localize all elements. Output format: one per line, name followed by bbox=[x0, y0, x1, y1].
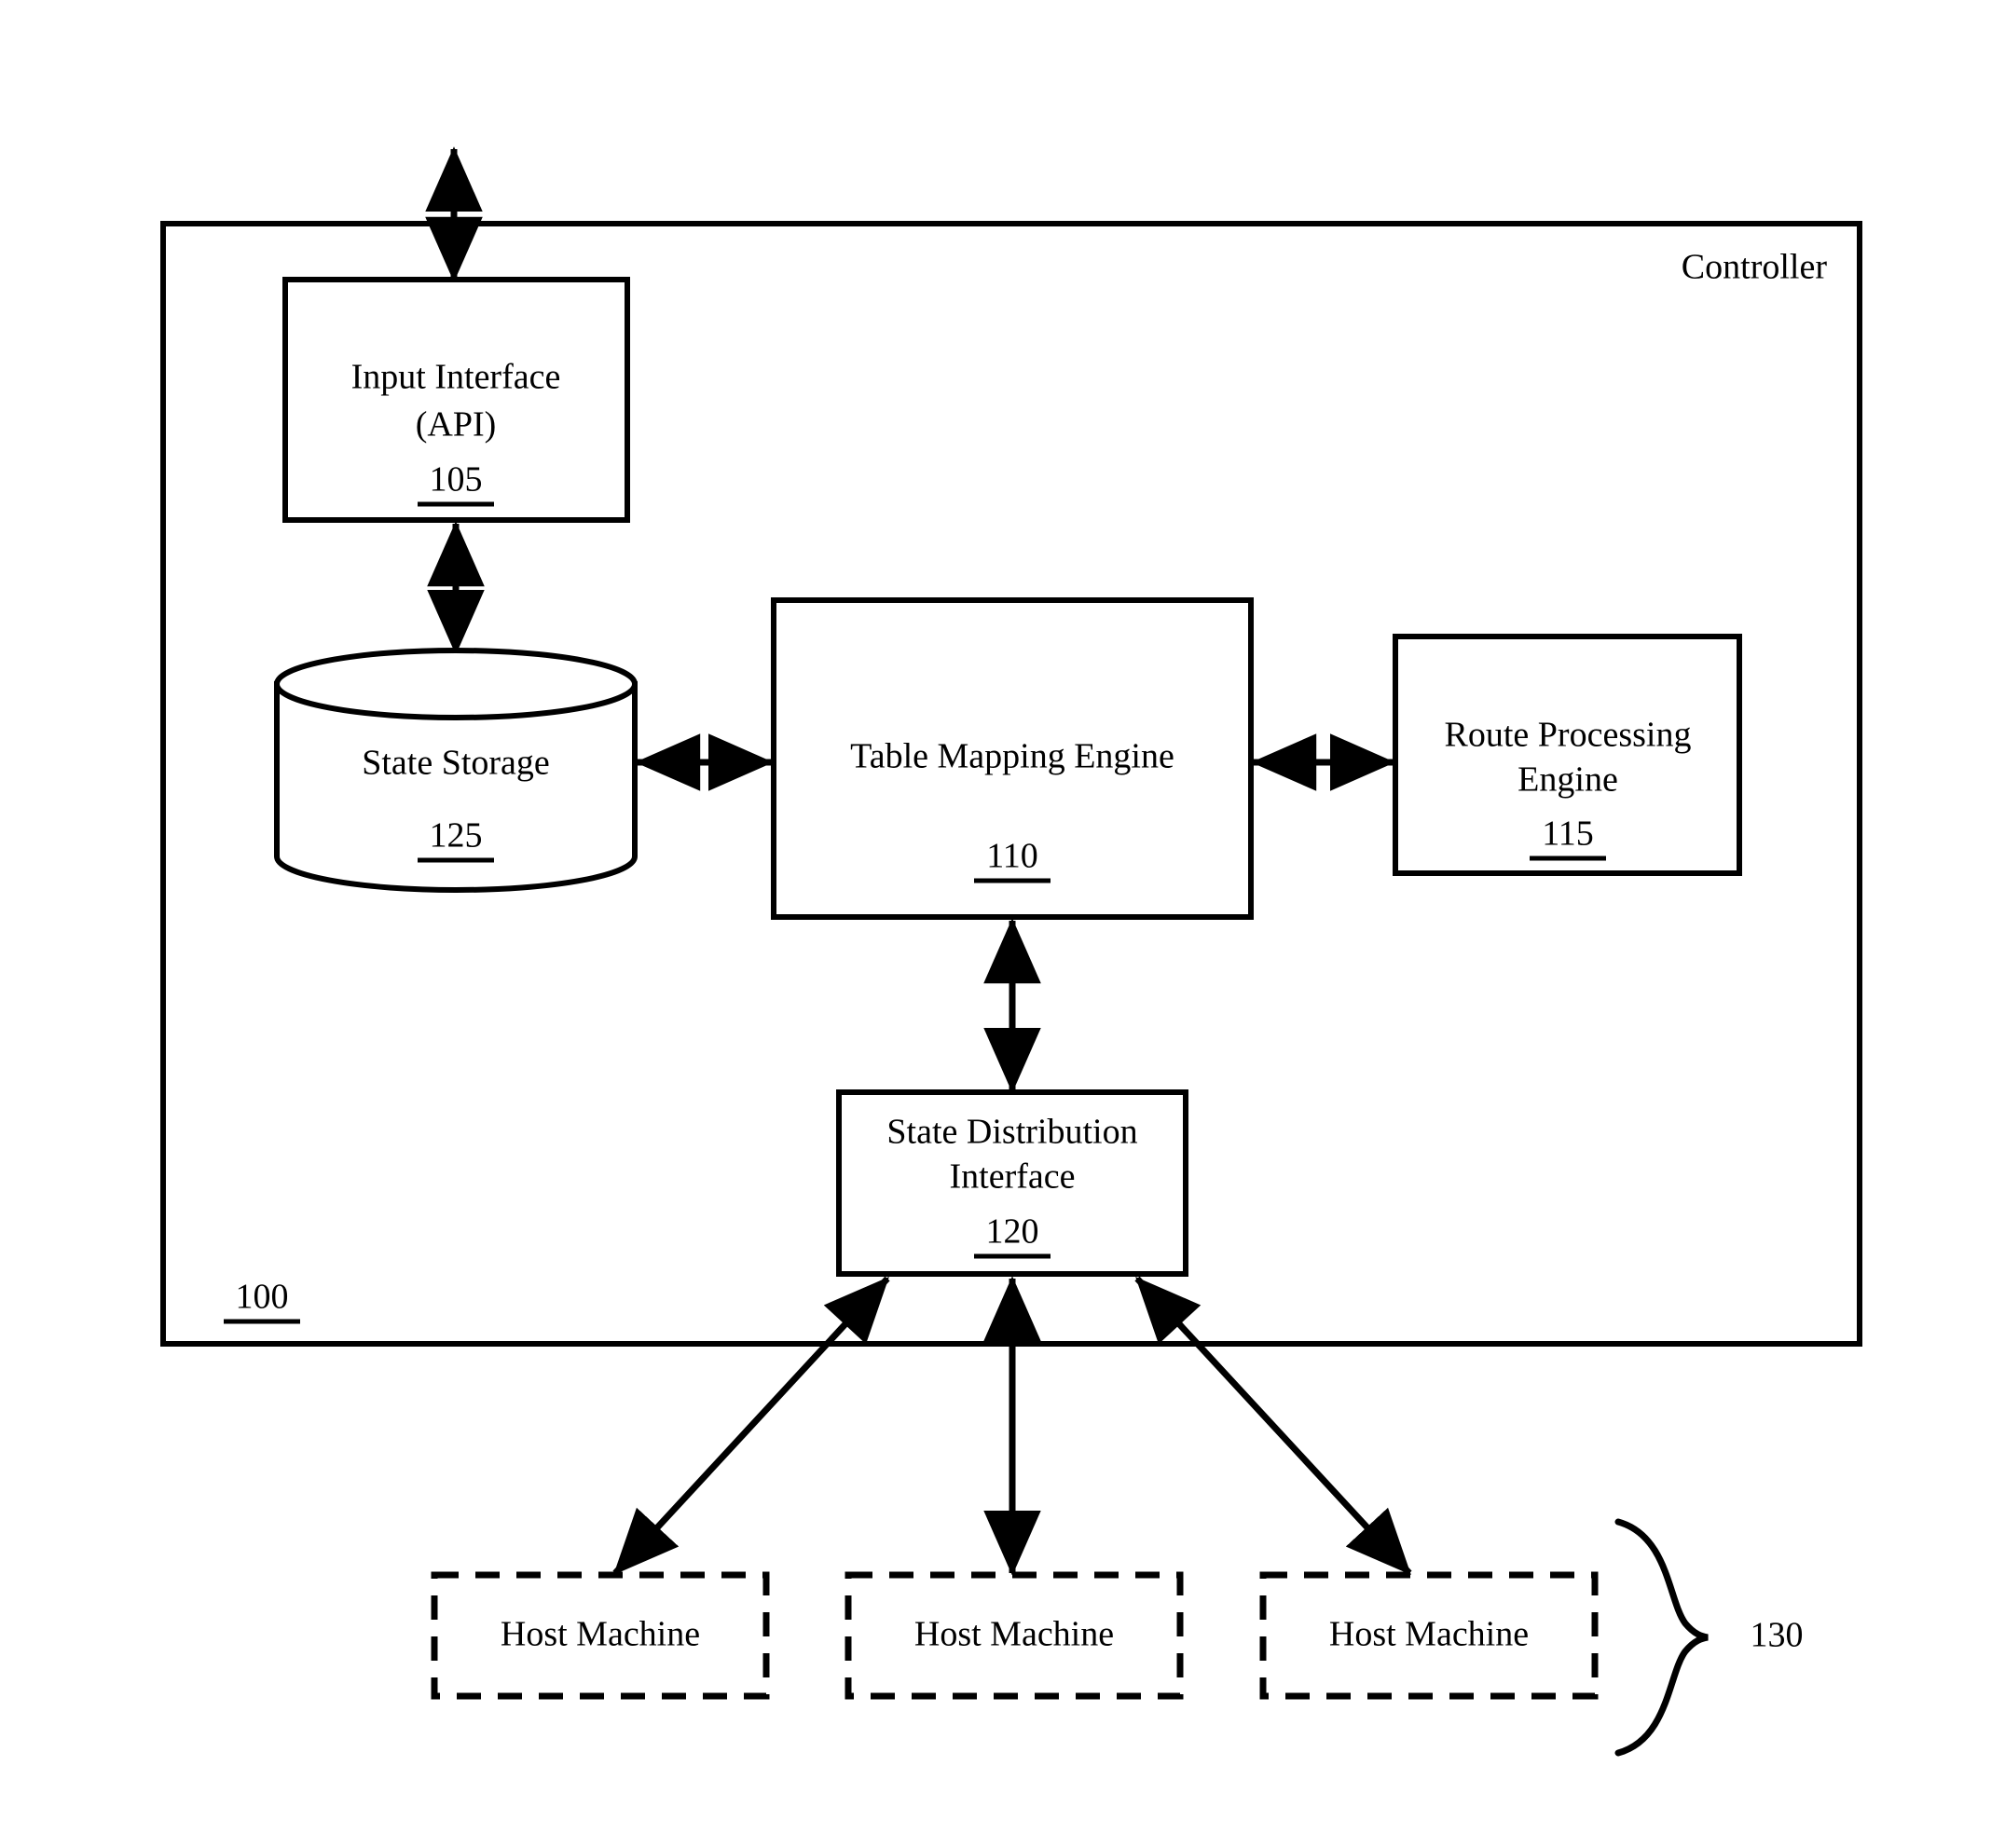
table-mapping-engine-ref: 110 bbox=[986, 837, 1038, 876]
state-storage-ref: 125 bbox=[430, 816, 483, 856]
state-distribution-interface-label-line1: State Distribution bbox=[886, 1113, 1137, 1152]
input-interface-label-line2: (API) bbox=[416, 405, 497, 445]
table-mapping-engine-label: Table Mapping Engine bbox=[850, 737, 1174, 776]
hosts-group-ref-130: 130 bbox=[1751, 1616, 1804, 1655]
route-processing-engine-label-line1: Route Processing bbox=[1445, 716, 1692, 755]
state-distribution-interface-label-line2: Interface bbox=[950, 1157, 1076, 1197]
route-processing-engine-label-line2: Engine bbox=[1517, 760, 1618, 800]
system-ref-100: 100 bbox=[236, 1278, 289, 1317]
state-distribution-interface-ref: 120 bbox=[986, 1212, 1039, 1252]
host-machine-label-3: Host Machine bbox=[1329, 1615, 1529, 1654]
host-machine-label-1: Host Machine bbox=[501, 1615, 700, 1654]
state-storage-label: State Storage bbox=[362, 744, 550, 783]
controller-title: Controller bbox=[1682, 248, 1828, 287]
input-interface-label-line1: Input Interface bbox=[351, 358, 561, 397]
host-group-brace bbox=[1614, 1518, 1709, 1757]
host-machine-label-2: Host Machine bbox=[914, 1615, 1114, 1654]
state-storage-top-ellipse bbox=[274, 648, 638, 720]
route-processing-engine-ref: 115 bbox=[1542, 814, 1594, 854]
patent-figure: Controller 100 Input Interface (API) 105… bbox=[0, 0, 2005, 1848]
input-interface-ref: 105 bbox=[430, 460, 483, 500]
